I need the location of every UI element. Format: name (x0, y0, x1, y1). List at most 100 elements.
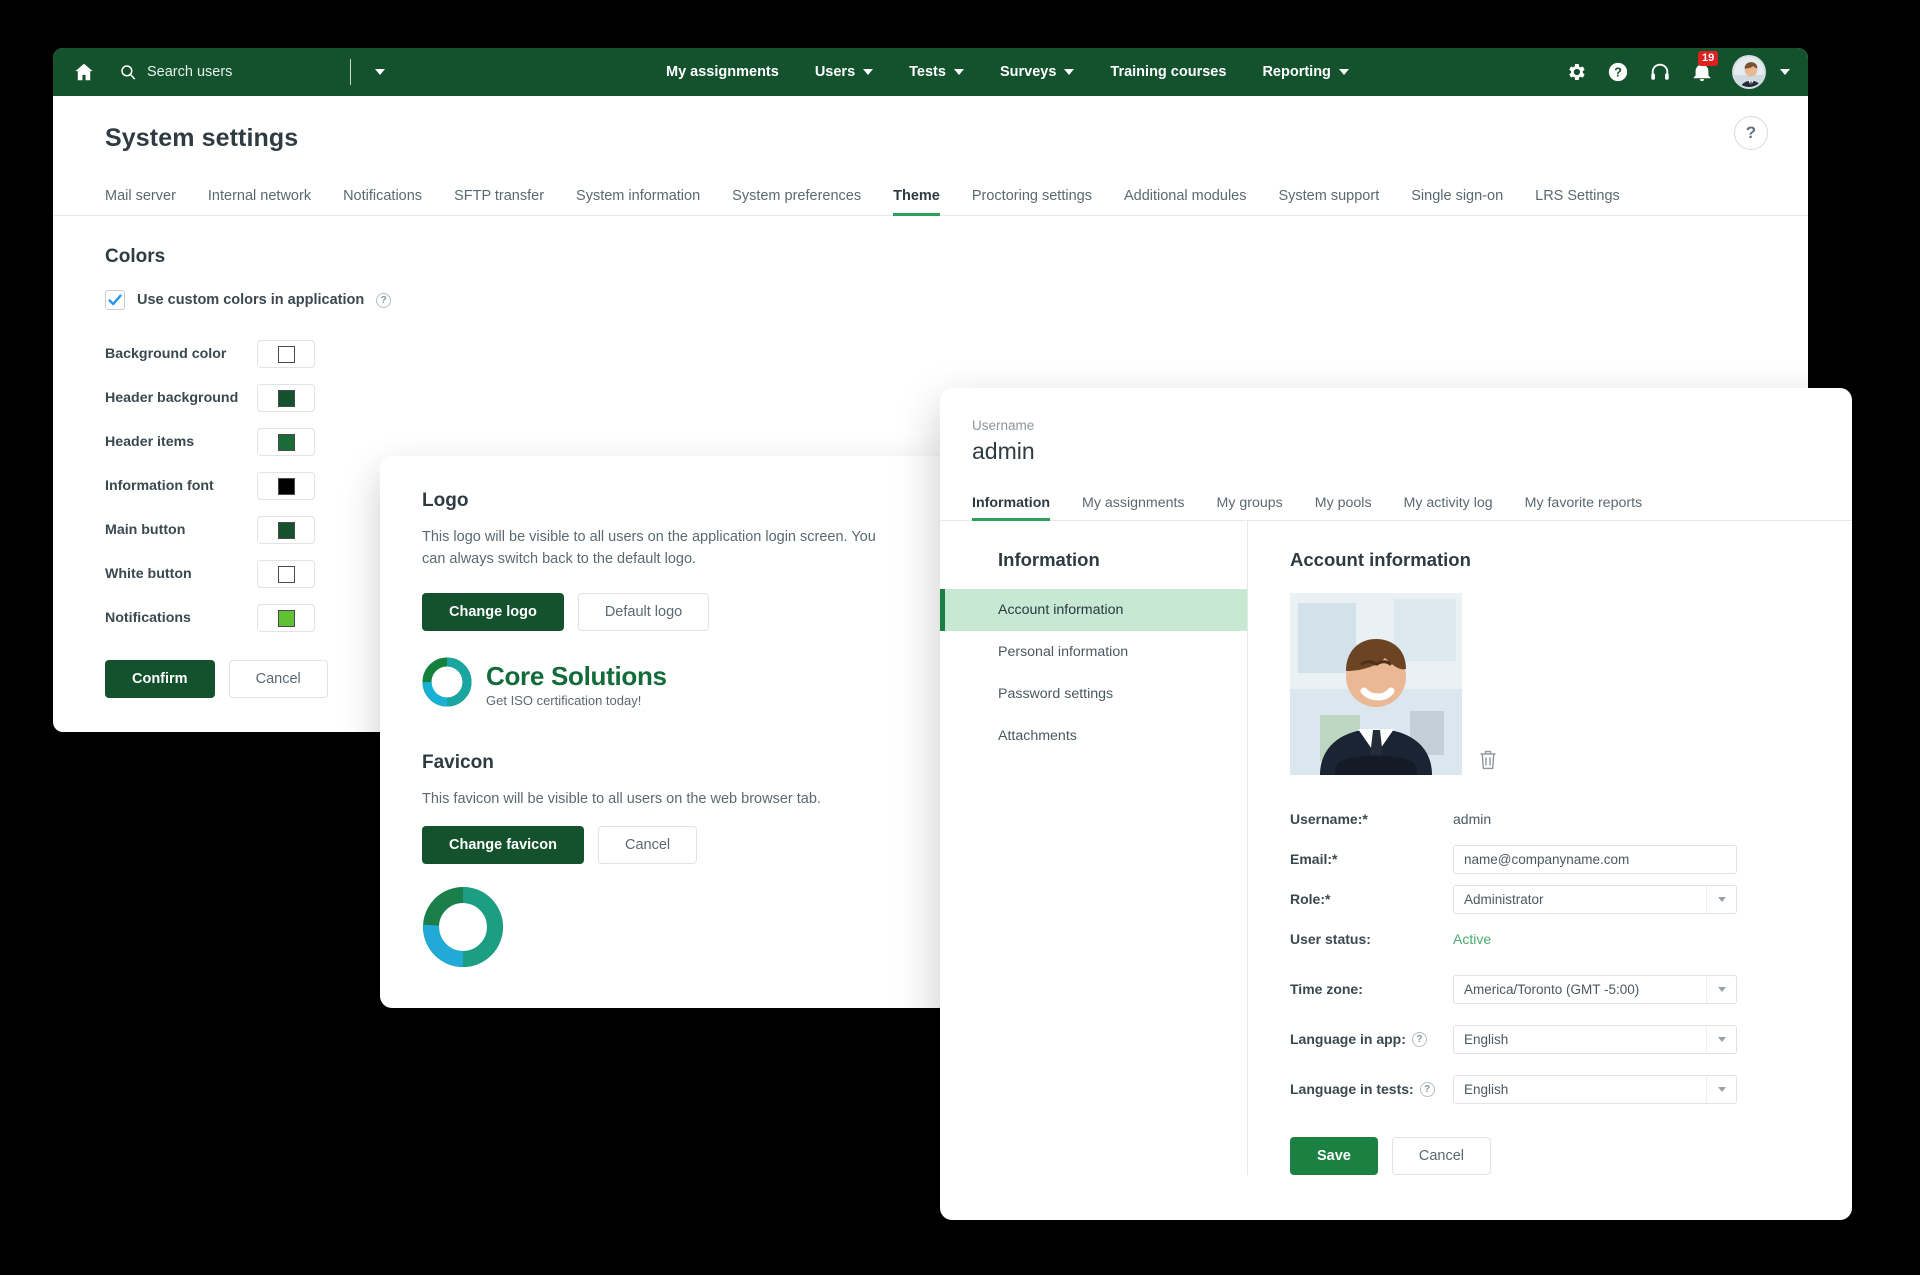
brand-tagline: Get ISO certification today! (486, 693, 667, 708)
confirm-button[interactable]: Confirm (105, 660, 215, 698)
profile-cancel-button[interactable]: Cancel (1392, 1137, 1491, 1175)
avatar-chevron-down-icon[interactable] (1780, 69, 1790, 75)
change-favicon-button[interactable]: Change favicon (422, 826, 584, 864)
question-mark-icon[interactable]: ? (1420, 1082, 1435, 1097)
field-user-status: User status: Active (1290, 919, 1852, 959)
tab-mail-server[interactable]: Mail server (105, 188, 192, 215)
use-custom-colors-row[interactable]: Use custom colors in application ? (105, 290, 1756, 310)
tab-sftp-transfer[interactable]: SFTP transfer (438, 188, 560, 215)
tab-my-assignments[interactable]: My assignments (1066, 495, 1201, 520)
swatch-chip (278, 522, 295, 539)
tab-system-support[interactable]: System support (1262, 188, 1395, 215)
sidebar-item-personal-information[interactable]: Personal information (940, 631, 1247, 673)
header-actions: ? 19 (1564, 48, 1796, 96)
chevron-down-icon (863, 69, 873, 75)
save-button[interactable]: Save (1290, 1137, 1378, 1175)
role-select[interactable]: Administrator (1453, 885, 1737, 914)
profile-sidebar-heading: Information (940, 549, 1247, 571)
question-circle-icon[interactable]: ? (1606, 60, 1630, 84)
swatch-chip (278, 434, 295, 451)
color-swatch-header-items[interactable] (257, 428, 315, 456)
gear-icon[interactable] (1564, 60, 1588, 84)
time-zone-select[interactable]: America/Toronto (GMT -5:00) (1453, 975, 1737, 1004)
colors-heading: Colors (105, 246, 1756, 268)
nav-label: Reporting (1262, 64, 1330, 80)
change-logo-button[interactable]: Change logo (422, 593, 564, 631)
cancel-button[interactable]: Cancel (229, 660, 328, 698)
field-label: Language in tests: ? (1290, 1081, 1453, 1097)
color-swatch-information-font[interactable] (257, 472, 315, 500)
page-header: System settings (53, 96, 1808, 153)
trash-icon[interactable] (1478, 749, 1498, 771)
profile-photo-row (1290, 593, 1852, 775)
nav-label: Tests (909, 64, 946, 80)
nav-surveys[interactable]: Surveys (982, 48, 1092, 96)
brand-name: Core Solutions (486, 661, 667, 692)
color-swatch-white-button[interactable] (257, 560, 315, 588)
account-information-heading: Account information (1290, 549, 1852, 571)
nav-label: Surveys (1000, 64, 1056, 80)
tab-theme[interactable]: Theme (877, 188, 956, 215)
field-role: Role:* Administrator (1290, 879, 1852, 919)
tab-system-information[interactable]: System information (560, 188, 716, 215)
tab-system-preferences[interactable]: System preferences (716, 188, 877, 215)
sidebar-item-password-settings[interactable]: Password settings (940, 673, 1247, 715)
tab-notifications[interactable]: Notifications (327, 188, 438, 215)
field-time-zone: Time zone: America/Toronto (GMT -5:00) (1290, 969, 1852, 1009)
favicon-description: This favicon will be visible to all user… (422, 788, 902, 810)
language-in-tests-select[interactable]: English (1453, 1075, 1737, 1104)
favicon-cancel-button[interactable]: Cancel (598, 826, 697, 864)
profile-sidebar-list: Account information Personal information… (940, 589, 1247, 757)
search-scope-chevron-down-icon[interactable] (375, 69, 385, 75)
language-in-app-value: English (1454, 1032, 1706, 1047)
global-header: My assignments Users Tests Surveys Train… (53, 48, 1808, 96)
profile-header: Username admin (940, 388, 1852, 465)
language-in-app-select[interactable]: English (1453, 1025, 1737, 1054)
sidebar-item-account-information[interactable]: Account information (940, 589, 1247, 631)
tab-information[interactable]: Information (972, 495, 1066, 520)
user-profile-panel: Username admin Information My assignment… (940, 388, 1852, 1220)
tab-additional-modules[interactable]: Additional modules (1108, 188, 1263, 215)
tab-my-groups[interactable]: My groups (1201, 495, 1299, 520)
nav-my-assignments[interactable]: My assignments (648, 48, 797, 96)
page-help-button[interactable]: ? (1734, 116, 1768, 150)
bell-icon[interactable]: 19 (1690, 60, 1714, 84)
use-custom-colors-checkbox[interactable] (105, 290, 125, 310)
tab-lrs-settings[interactable]: LRS Settings (1519, 188, 1636, 215)
color-swatch-header-background[interactable] (257, 384, 315, 412)
search-box[interactable] (119, 59, 385, 85)
email-field[interactable] (1453, 845, 1737, 874)
chevron-down-icon (1706, 1026, 1736, 1053)
time-zone-value: America/Toronto (GMT -5:00) (1454, 982, 1706, 997)
nav-users[interactable]: Users (797, 48, 891, 96)
color-swatch-main-button[interactable] (257, 516, 315, 544)
color-swatch-notifications[interactable] (257, 604, 315, 632)
tab-my-favorite-reports[interactable]: My favorite reports (1509, 495, 1658, 520)
field-value-username: admin (1453, 811, 1491, 827)
nav-training-courses[interactable]: Training courses (1092, 48, 1244, 96)
logo-heading: Logo (422, 490, 950, 512)
color-swatch-background-color[interactable] (257, 340, 315, 368)
chevron-down-icon (1706, 1076, 1736, 1103)
tab-single-sign-on[interactable]: Single sign-on (1395, 188, 1519, 215)
question-mark-icon[interactable]: ? (1412, 1032, 1427, 1047)
brand-logo-preview: Core Solutions Get ISO certification tod… (422, 657, 950, 712)
search-input[interactable] (147, 64, 332, 80)
nav-tests[interactable]: Tests (891, 48, 982, 96)
tab-my-activity-log[interactable]: My activity log (1388, 495, 1509, 520)
avatar[interactable] (1732, 55, 1766, 89)
username-kicker: Username (972, 418, 1852, 433)
color-label: Header background (105, 390, 257, 406)
account-form: Username:* admin Email:* Role:* Administ… (1290, 799, 1852, 1109)
nav-reporting[interactable]: Reporting (1244, 48, 1366, 96)
tab-internal-network[interactable]: Internal network (192, 188, 327, 215)
profile-tabs: Information My assignments My groups My … (940, 487, 1852, 521)
home-icon[interactable] (71, 59, 97, 85)
default-logo-button[interactable]: Default logo (578, 593, 709, 631)
tab-proctoring-settings[interactable]: Proctoring settings (956, 188, 1108, 215)
sidebar-item-attachments[interactable]: Attachments (940, 715, 1247, 757)
ring-logo-icon (422, 657, 472, 712)
question-mark-icon[interactable]: ? (376, 293, 391, 308)
tab-my-pools[interactable]: My pools (1299, 495, 1388, 520)
headset-icon[interactable] (1648, 60, 1672, 84)
